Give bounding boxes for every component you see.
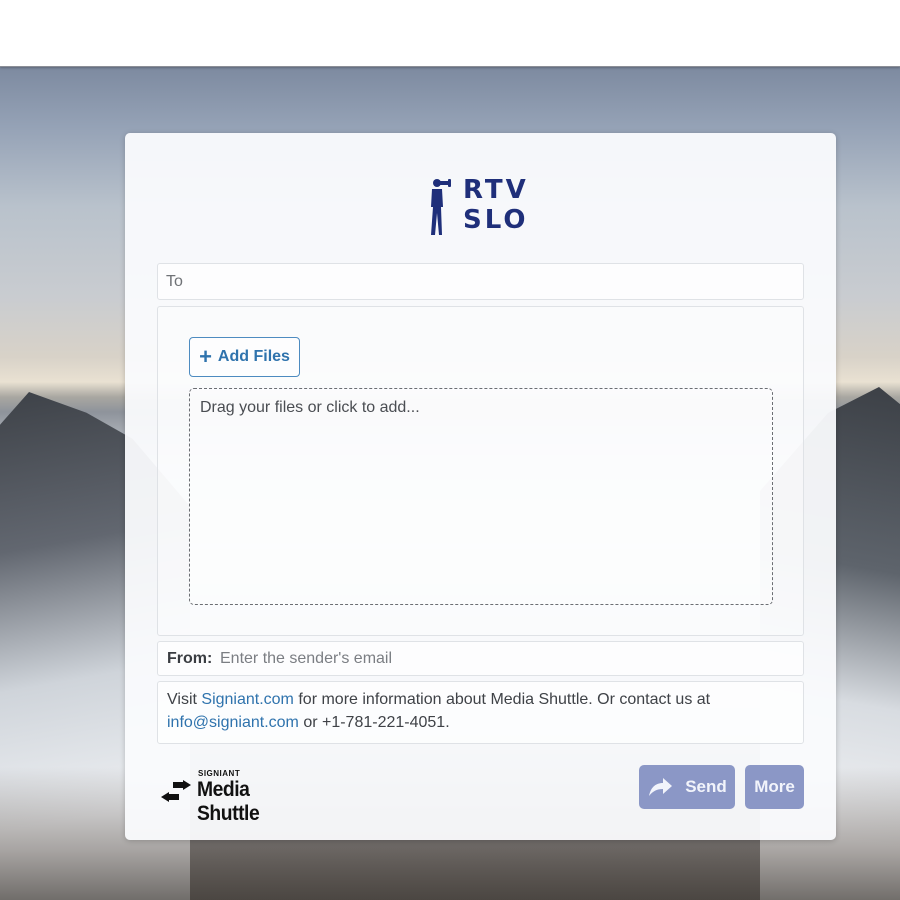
from-label: From:	[167, 650, 213, 667]
plus-icon: +	[199, 344, 212, 369]
from-field: From:	[157, 641, 804, 676]
info-message: Visit Signiant.com for more information …	[157, 681, 804, 744]
info-visit-text: Visit	[167, 691, 197, 708]
send-button[interactable]: Send	[639, 765, 735, 809]
media-shuttle-text: Media Shuttle	[197, 778, 260, 825]
dropzone-text: Drag your files or click to add...	[200, 399, 420, 416]
send-label: Send	[685, 777, 727, 796]
add-files-label: Add Files	[217, 348, 290, 365]
add-files-button[interactable]: + Add Files	[189, 337, 300, 377]
videographer-logo-icon	[431, 179, 451, 235]
logo-text-line2: SLO	[463, 205, 529, 235]
media-shuttle-arrows-icon	[161, 780, 191, 802]
info-middle-text: for more information about Media Shuttle…	[298, 691, 711, 708]
top-bar	[0, 0, 900, 67]
more-button[interactable]: More	[745, 765, 804, 809]
files-section: + Add Files Drag your files or click to …	[157, 306, 804, 636]
sender-email-input[interactable]	[220, 644, 795, 673]
logo-text: RTV SLO	[463, 175, 529, 235]
more-label: More	[754, 777, 795, 796]
logo-text-line1: RTV	[463, 175, 529, 205]
phone-text: or +1-781-221-4051.	[303, 714, 450, 731]
to-field[interactable]: To	[157, 263, 804, 300]
to-label: To	[166, 273, 183, 290]
media-shuttle-logo: SIGNIANT Media Shuttle	[161, 766, 311, 825]
share-arrow-icon	[649, 778, 673, 796]
signiant-site-link[interactable]: Signiant.com	[201, 691, 294, 708]
file-dropzone[interactable]: Drag your files or click to add...	[189, 388, 773, 605]
upload-panel: RTV SLO To + Add Files Drag your files o…	[125, 133, 836, 840]
signiant-small-text: SIGNIANT	[198, 769, 241, 778]
rtv-slo-logo: RTV SLO	[428, 175, 532, 239]
email-link[interactable]: info@signiant.com	[167, 714, 299, 731]
